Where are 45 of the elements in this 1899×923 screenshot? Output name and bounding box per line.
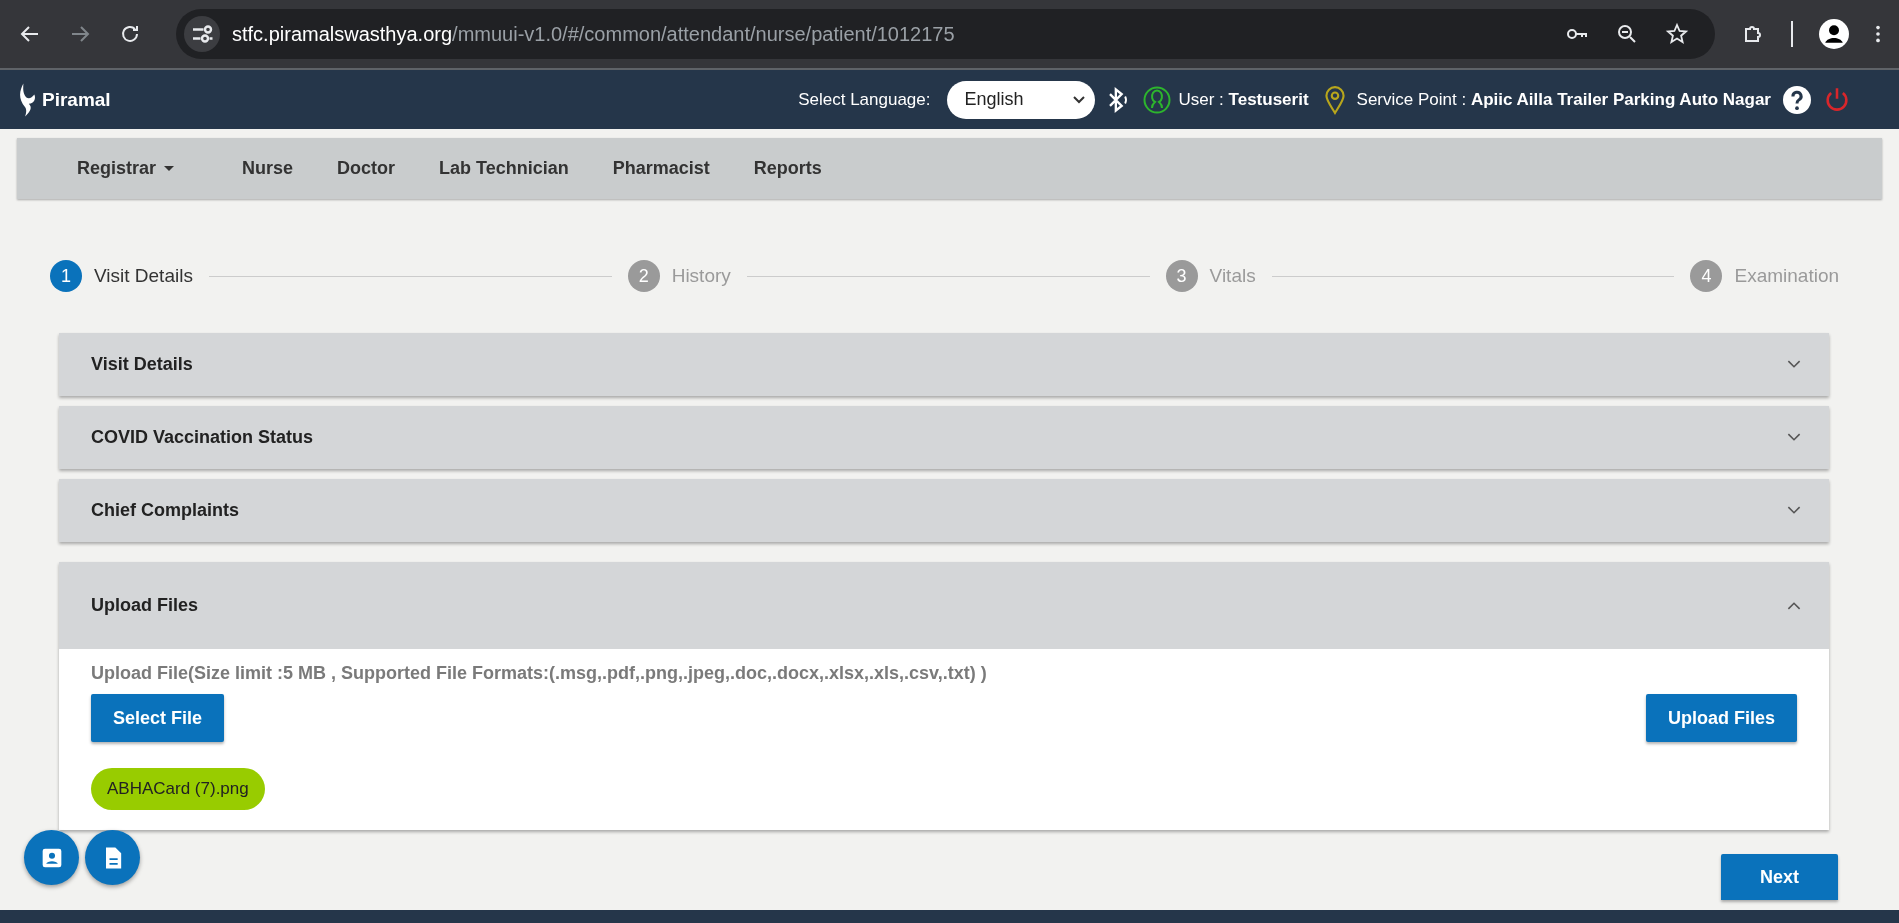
language-select[interactable]: English (946, 80, 1095, 119)
document-button[interactable] (85, 830, 140, 885)
step-label[interactable]: Visit Details (94, 265, 193, 287)
nav-menu-item[interactable]: Reports (735, 158, 840, 179)
accordion-header[interactable]: COVID Vaccination Status (59, 406, 1829, 469)
panel-title: Upload Files (91, 595, 198, 616)
chevron-up-icon (1787, 601, 1801, 610)
nav-menu-item[interactable]: Nurse (224, 158, 312, 179)
select-file-button[interactable]: Select File (91, 694, 225, 742)
star-icon[interactable] (1665, 22, 1689, 46)
address-bar[interactable]: stfc.piramalswasthya.org/mmuui-v1.0/#/common/attendant/nurse/patient/1012175 (176, 9, 1715, 59)
user-text: User : Testuserit (1178, 89, 1309, 110)
accordion-header[interactable]: Visit Details (59, 333, 1829, 396)
step-number: 2 (627, 260, 660, 292)
nav-menu-item[interactable]: Pharmacist (594, 158, 728, 179)
file-chip[interactable]: ABHACard (7).png (91, 768, 265, 810)
accordion-header[interactable]: Upload Files (59, 562, 1829, 649)
next-button[interactable]: Next (1721, 854, 1838, 900)
upload-hint: Upload File(Size limit :5 MB , Supported File Formats:(.msg,.pdf,.png,.jpeg,.doc,.docx,.xlsx,.xls,.csv,.txt) ) (91, 663, 988, 684)
site-settings-icon[interactable] (184, 16, 220, 52)
chevron-down-icon (1787, 433, 1801, 442)
upload-files-button[interactable]: Upload Files (1646, 694, 1797, 742)
panel-title: Chief Complaints (91, 500, 239, 521)
profile-avatar-icon[interactable] (1819, 19, 1849, 49)
service-point-text: Service Point : Apiic Ailla Trailer Parking Auto Nagar (1356, 89, 1771, 110)
accordion-header[interactable]: Chief Complaints (59, 479, 1829, 542)
brand-name: Piramal (42, 88, 111, 111)
help-icon[interactable] (1783, 84, 1811, 115)
url-text[interactable]: stfc.piramalswasthya.org/mmuui-v1.0/#/common/attendant/nurse/patient/1012175 (232, 22, 955, 46)
step-number: 1 (50, 260, 82, 292)
nav-menu-item[interactable]: Lab Technician (421, 158, 587, 179)
step-number: 4 (1690, 260, 1723, 292)
step-number: 3 (1165, 260, 1198, 292)
contact-card-button[interactable] (24, 830, 79, 885)
panel-title: Visit Details (91, 354, 193, 375)
nav-menu-item[interactable]: Registrar (59, 158, 193, 179)
chevron-down-icon (1787, 360, 1801, 369)
chevron-down-icon (1787, 506, 1801, 515)
caret-icon (164, 166, 175, 171)
panel-title: COVID Vaccination Status (91, 427, 314, 448)
nav-menu-item[interactable]: Doctor (319, 158, 414, 179)
menu-icon[interactable] (1875, 23, 1881, 45)
language-label: Select Language: (798, 89, 931, 110)
chevron-down-icon (1072, 95, 1085, 104)
user-icon (1142, 84, 1171, 115)
